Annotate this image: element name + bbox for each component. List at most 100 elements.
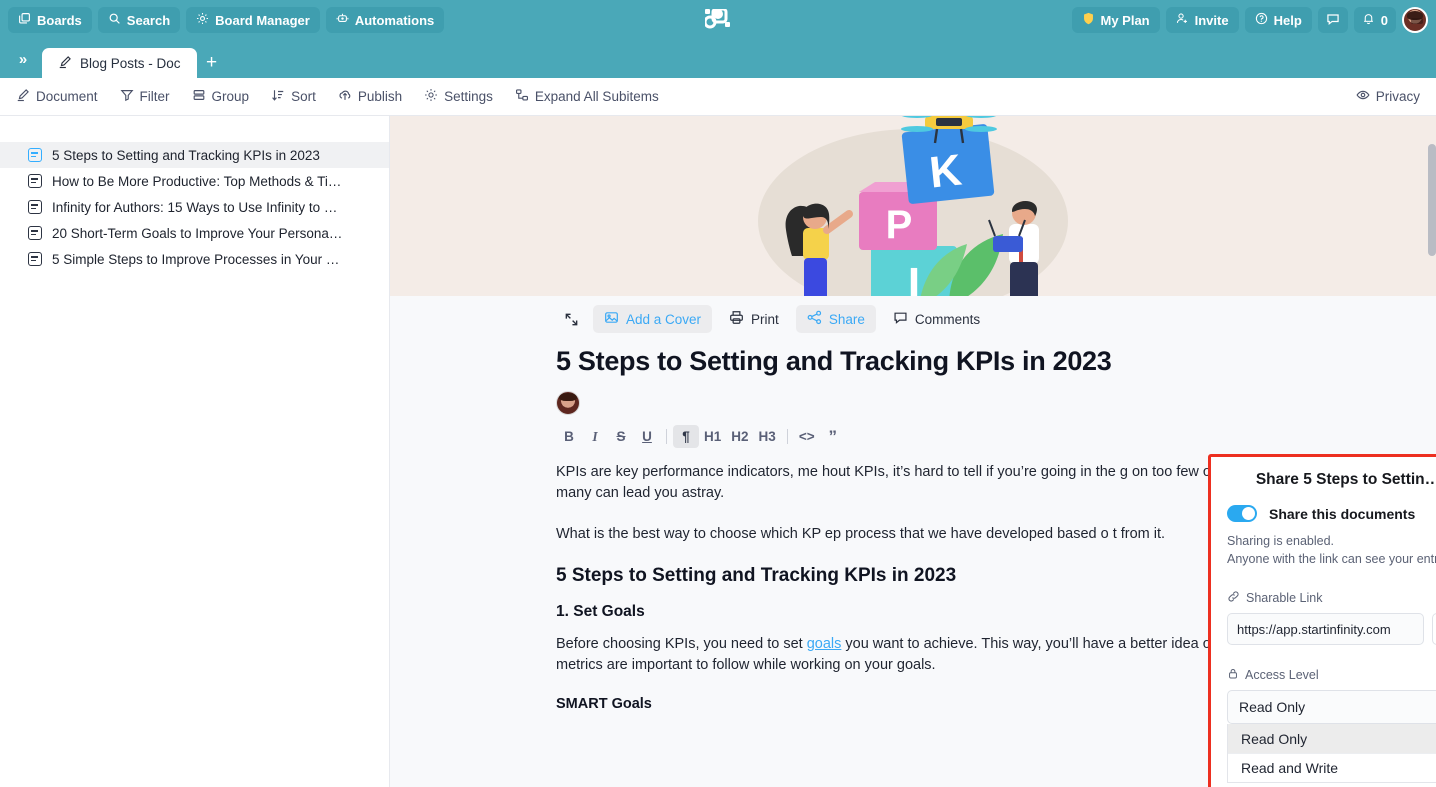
chat-button[interactable] [1317, 7, 1348, 33]
add-cover-button[interactable]: Add a Cover [593, 305, 713, 333]
list-item[interactable]: Infinity for Authors: 15 Ways to Use Inf… [0, 194, 389, 220]
search-label: Search [126, 12, 171, 28]
underline-button[interactable]: U [634, 425, 660, 448]
comments-label: Comments [914, 311, 981, 327]
strikethrough-button[interactable]: S [608, 425, 634, 448]
access-level-label-row: Access Level [1227, 667, 1436, 683]
section-heading-3: 1. Set Goals [556, 603, 645, 620]
chat-icon [1326, 12, 1340, 29]
svg-text:I: I [908, 259, 920, 296]
comment-icon [893, 310, 908, 328]
toolbar-item-publish[interactable]: Publish [338, 88, 402, 105]
share-nodes-icon [807, 310, 822, 328]
comments-button[interactable]: Comments [882, 305, 991, 333]
invite-label: Invite [1194, 12, 1229, 28]
board-manager-button[interactable]: Board Manager [186, 7, 320, 33]
toolbar-label-expand: Expand All Subitems [534, 89, 659, 104]
kpi-illustration: I P K [758, 116, 1068, 296]
quote-button[interactable]: ” [820, 425, 846, 448]
group-rows-icon [192, 88, 206, 105]
sort-arrow-icon [271, 88, 285, 105]
list-item-label: 5 Steps to Setting and Tracking KPIs in … [52, 147, 320, 163]
infinity-logo[interactable] [703, 7, 731, 31]
toolbar-item-group[interactable]: Group [192, 88, 249, 105]
share-button[interactable]: Share [795, 305, 876, 333]
boards-icon [18, 12, 31, 28]
option-read-only[interactable]: Read Only [1228, 724, 1436, 753]
add-tab-button[interactable]: + [197, 48, 227, 78]
heading-3-button[interactable]: H3 [754, 425, 781, 448]
toolbar-item-filter[interactable]: Filter [120, 88, 170, 105]
goals-link[interactable]: goals [807, 636, 842, 652]
option-read-and-write[interactable]: Read and Write [1228, 753, 1436, 782]
tab-label: Blog Posts - Doc [80, 55, 181, 71]
privacy-button[interactable]: Privacy [1356, 88, 1420, 105]
share-dialog: Share 5 Steps to Settin… With Others Sha… [1208, 454, 1436, 787]
heading-2-button[interactable]: H2 [726, 425, 753, 448]
list-item[interactable]: 5 Steps to Setting and Tracking KPIs in … [0, 142, 389, 168]
access-level-options: Read Only Read and Write [1227, 724, 1436, 783]
paragraph-button[interactable]: ¶ [673, 425, 699, 448]
lock-icon [1227, 667, 1239, 683]
divider [666, 429, 667, 444]
formatting-toolbar: B I S U ¶ H1 H2 H3 <> ” [556, 425, 1270, 448]
toolbar-item-settings[interactable]: Settings [424, 88, 493, 105]
list-item[interactable]: How to Be More Productive: Top Methods &… [0, 168, 389, 194]
heading-1-button[interactable]: H1 [699, 425, 726, 448]
author-avatar[interactable] [556, 391, 580, 415]
invite-button[interactable]: Invite [1165, 7, 1239, 33]
link-icon [1227, 590, 1240, 606]
toolbar-label-settings: Settings [444, 89, 493, 104]
italic-button[interactable]: I [582, 425, 608, 448]
page-title: 5 Steps to Setting and Tracking KPIs in … [556, 346, 1112, 376]
boards-button[interactable]: Boards [8, 7, 92, 33]
share-documents-toggle[interactable] [1227, 505, 1257, 522]
main-area: 5 Steps to Setting and Tracking KPIs in … [0, 116, 1436, 787]
avatar[interactable] [1402, 7, 1428, 33]
paragraph-2: What is the best way to choose which KP … [556, 526, 1166, 542]
search-button[interactable]: Search [97, 7, 181, 33]
notification-count: 0 [1380, 12, 1388, 28]
print-label: Print [751, 311, 779, 327]
help-button[interactable]: Help [1244, 7, 1312, 33]
share-label: Share [828, 311, 865, 327]
scrollbar-thumb[interactable] [1428, 144, 1436, 256]
expand-diagonal-icon[interactable] [556, 305, 587, 333]
notifications-button[interactable]: 0 [1353, 7, 1396, 33]
print-button[interactable]: Print [718, 305, 790, 333]
tab-blog-posts-doc[interactable]: Blog Posts - Doc [42, 48, 197, 78]
document-action-bar: Add a Cover Print Share Comments [390, 296, 1436, 342]
automations-label: Automations [354, 12, 435, 28]
funnel-icon [120, 88, 134, 105]
paragraph-3: Before choosing KPIs, you need to set go… [556, 634, 1270, 676]
svg-text:K: K [927, 145, 964, 197]
open-link-button[interactable] [1432, 613, 1436, 645]
document-icon [28, 200, 42, 214]
toolbar-item-expand-all-subitems[interactable]: Expand All Subitems [515, 88, 659, 105]
sharable-link-input[interactable] [1227, 613, 1425, 645]
document-toolbar: Document Filter Group Sort Publish Setti… [0, 78, 1436, 116]
sharing-status-line-2: Anyone with the link can see your entrie… [1227, 552, 1436, 566]
toolbar-label-sort: Sort [291, 89, 316, 104]
automations-button[interactable]: Automations [325, 7, 445, 33]
question-circle-icon [1255, 12, 1268, 28]
eye-icon [1356, 88, 1370, 105]
sharable-link-label-row: Sharable Link [1227, 590, 1436, 606]
code-button[interactable]: <> [794, 425, 820, 448]
sharing-status-line-1: Sharing is enabled. [1227, 534, 1335, 548]
access-level-value: Read Only [1239, 699, 1306, 715]
section-heading-4: SMART Goals [556, 696, 652, 712]
toolbar-item-document[interactable]: Document [16, 88, 98, 105]
list-item[interactable]: 5 Simple Steps to Improve Processes in Y… [0, 246, 389, 272]
access-level-label: Access Level [1245, 668, 1319, 682]
my-plan-button[interactable]: My Plan [1071, 7, 1160, 33]
access-level-select[interactable]: Read Only [1227, 690, 1436, 724]
document-icon [28, 148, 42, 162]
toolbar-item-sort[interactable]: Sort [271, 88, 316, 105]
double-chevron-right-icon[interactable]: » [8, 40, 38, 78]
share-dialog-title: Share 5 Steps to Settin… With Others [1255, 471, 1436, 488]
expand-subitems-icon [515, 88, 529, 105]
bold-button[interactable]: B [556, 425, 582, 448]
robot-icon [336, 12, 349, 28]
list-item[interactable]: 20 Short-Term Goals to Improve Your Pers… [0, 220, 389, 246]
